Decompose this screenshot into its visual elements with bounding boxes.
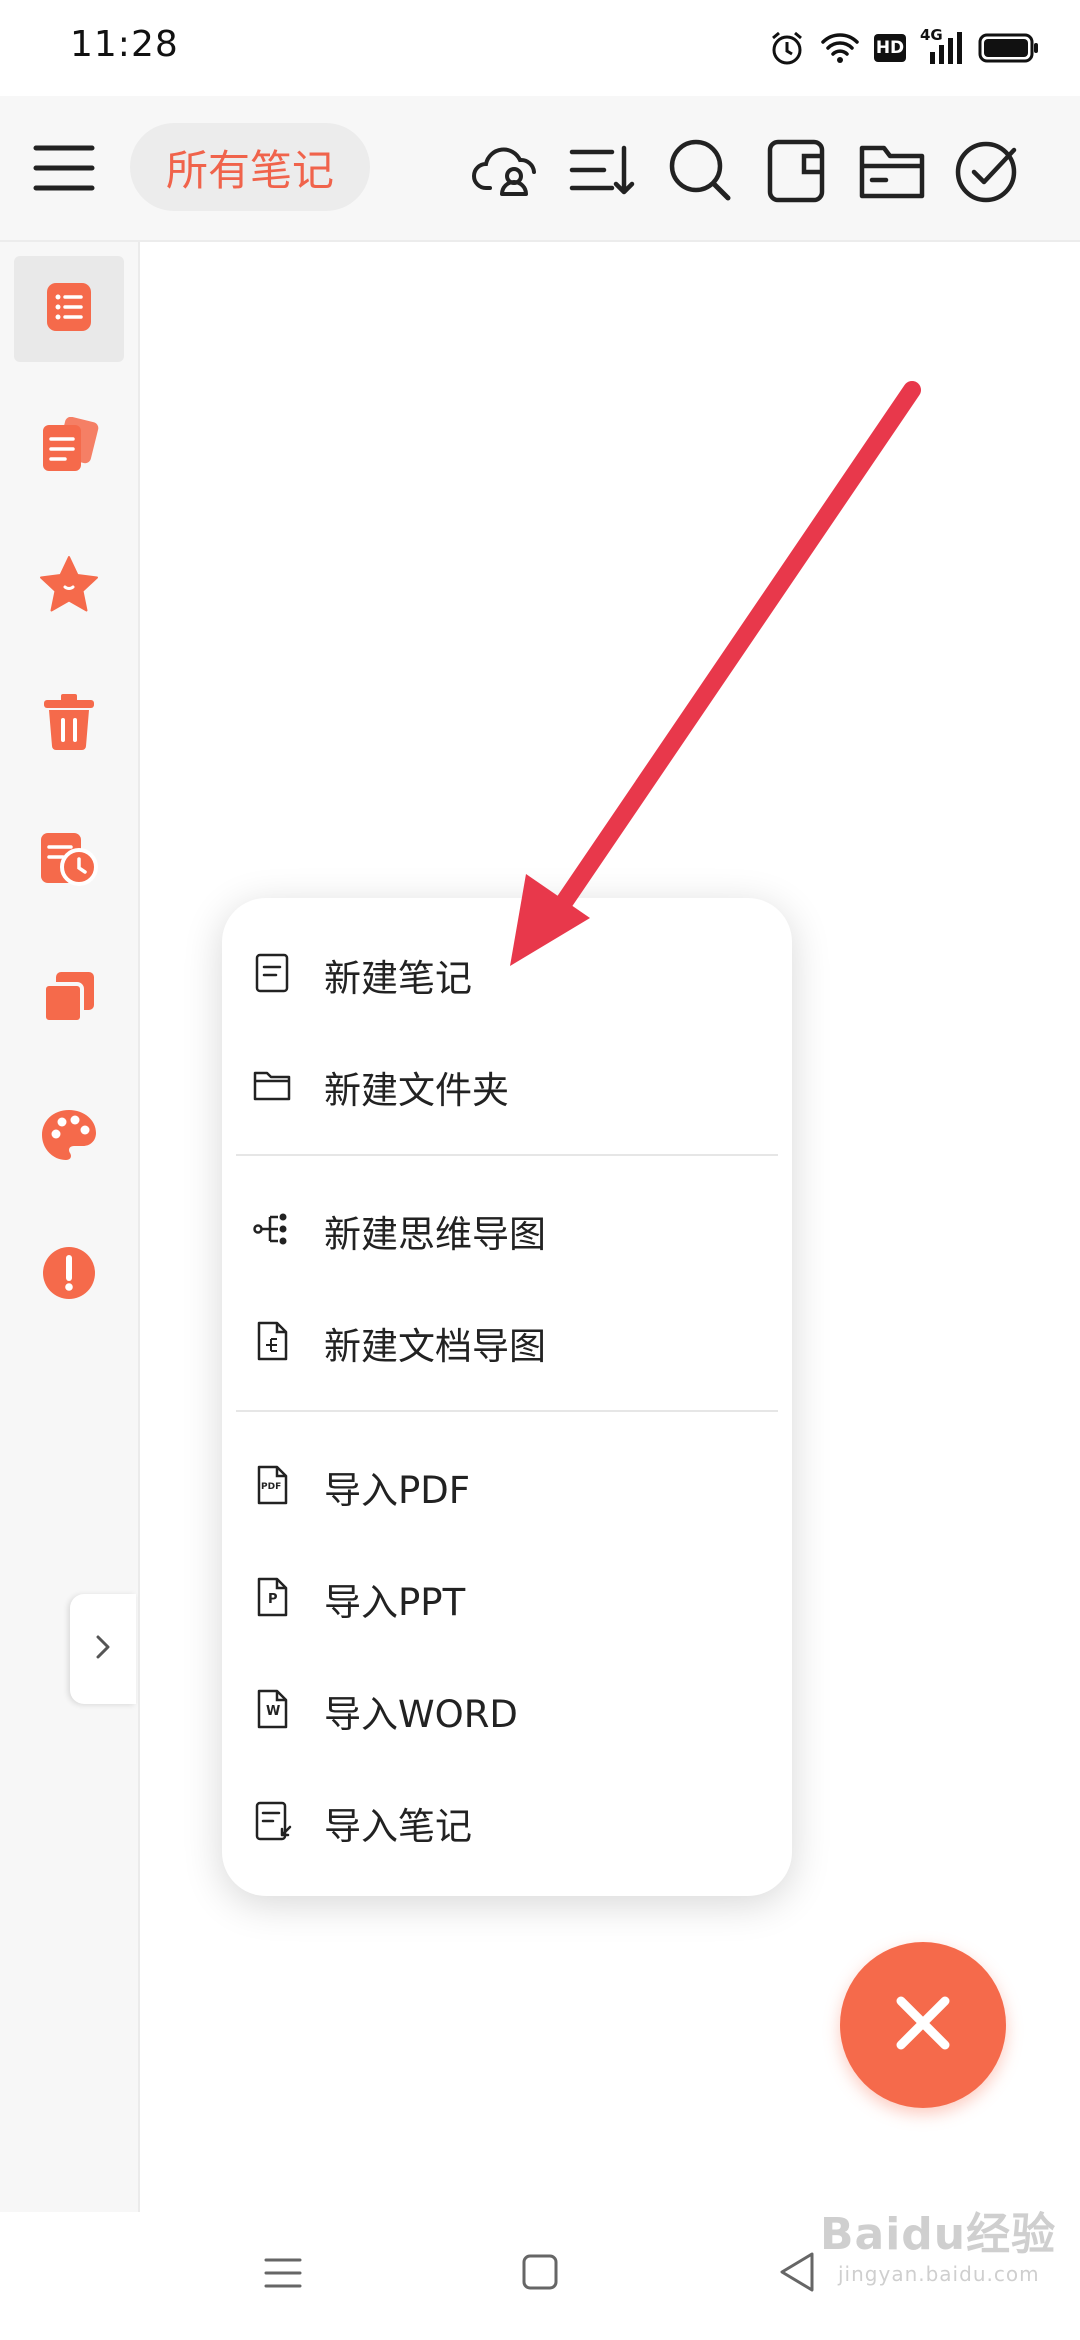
sidebar-item-all-notes[interactable]: [14, 256, 124, 362]
sidebar-item-notes[interactable]: [14, 394, 124, 500]
trash-icon: [42, 692, 96, 754]
star-icon: [39, 554, 99, 616]
cellular-signal-icon: 4G: [920, 26, 964, 66]
hd-badge: HD: [874, 34, 906, 62]
top-toolbar: 所有笔记: [0, 96, 1080, 242]
back-icon[interactable]: [776, 2250, 818, 2298]
ppt-glyph: P: [268, 1592, 278, 1607]
sidebar: [0, 242, 140, 2212]
ppt-file-icon: P: [252, 1577, 292, 1617]
battery-icon: [978, 33, 1040, 63]
menu-divider: [236, 1410, 778, 1412]
recent-apps-icon[interactable]: [262, 2252, 304, 2298]
history-icon: [39, 831, 99, 891]
sidebar-expand-button[interactable]: [70, 1594, 136, 1704]
home-icon[interactable]: [520, 2252, 560, 2296]
menu-label-new-note: 新建笔记: [324, 957, 472, 1000]
notebook-icon[interactable]: [760, 134, 832, 206]
pdf-file-icon: PDF: [252, 1465, 292, 1505]
watermark-sub: jingyan.baidu.com: [838, 2262, 1040, 2286]
check-circle-icon[interactable]: [952, 134, 1024, 206]
close-menu-button[interactable]: [840, 1942, 1006, 2108]
menu-item-import-word[interactable]: W 导入WORD: [222, 1654, 792, 1764]
sidebar-item-favorites[interactable]: [14, 532, 124, 638]
watermark: Baidu经验 jingyan.baidu.com: [820, 2198, 1056, 2286]
folder-outline-icon: [252, 1065, 292, 1105]
folder-title-chip[interactable]: 所有笔记: [130, 123, 370, 211]
menu-item-new-note[interactable]: 新建笔记: [222, 918, 792, 1028]
mindmap-icon: [252, 1209, 292, 1249]
sidebar-item-theme[interactable]: [14, 1084, 124, 1190]
create-menu-popup: 新建笔记 新建文件夹 新建思维导图 新建文档导图 PDF 导入PDF P 导入P…: [222, 898, 792, 1896]
sidebar-item-history[interactable]: [14, 808, 124, 914]
network-label: 4G: [920, 26, 943, 44]
wifi-icon: [820, 31, 860, 65]
sort-icon[interactable]: [566, 134, 638, 206]
sidebar-item-feedback[interactable]: [14, 1222, 124, 1328]
menu-item-import-notes[interactable]: 导入笔记: [222, 1766, 792, 1876]
word-file-icon: W: [252, 1689, 292, 1729]
menu-item-import-ppt[interactable]: P 导入PPT: [222, 1542, 792, 1652]
menu-label-new-mindmap: 新建思维导图: [324, 1213, 546, 1256]
copy-icon: [42, 970, 96, 1028]
word-glyph: W: [266, 1704, 281, 1719]
pdf-glyph: PDF: [261, 1482, 282, 1492]
close-icon: [893, 1993, 953, 2057]
menu-label-import-pdf: 导入PDF: [324, 1469, 471, 1512]
folder-icon[interactable]: [856, 134, 928, 206]
menu-icon[interactable]: [28, 132, 100, 204]
chevron-right-icon: [91, 1632, 115, 1666]
notes-stack-icon: [39, 416, 99, 477]
menu-label-new-doc-map: 新建文档导图: [324, 1325, 546, 1368]
sidebar-item-trash[interactable]: [14, 670, 124, 776]
menu-item-import-pdf[interactable]: PDF 导入PDF: [222, 1430, 792, 1540]
menu-item-new-doc-map[interactable]: 新建文档导图: [222, 1286, 792, 1396]
menu-label-import-ppt: 导入PPT: [324, 1581, 466, 1624]
watermark-text: Baidu经验: [820, 2209, 1057, 2260]
menu-label-import-notes: 导入笔记: [324, 1805, 472, 1848]
status-time: 11:28: [70, 24, 179, 65]
menu-item-new-folder[interactable]: 新建文件夹: [222, 1030, 792, 1140]
menu-divider: [236, 1154, 778, 1156]
import-note-icon: [252, 1801, 292, 1841]
status-icons: HD 4G: [768, 26, 1040, 70]
note-list-icon: [45, 281, 93, 337]
menu-label-new-folder: 新建文件夹: [324, 1069, 509, 1112]
search-icon[interactable]: [664, 134, 736, 206]
palette-icon: [40, 1108, 98, 1166]
exclamation-icon: [41, 1245, 97, 1305]
menu-label-import-word: 导入WORD: [324, 1693, 518, 1736]
note-icon: [252, 953, 292, 993]
cloud-user-icon[interactable]: [470, 134, 542, 206]
status-bar: 11:28 HD 4G: [0, 0, 1080, 96]
doc-map-icon: [252, 1321, 292, 1361]
menu-item-new-mindmap[interactable]: 新建思维导图: [222, 1174, 792, 1284]
sidebar-item-copy[interactable]: [14, 946, 124, 1052]
alarm-icon: [768, 29, 806, 67]
